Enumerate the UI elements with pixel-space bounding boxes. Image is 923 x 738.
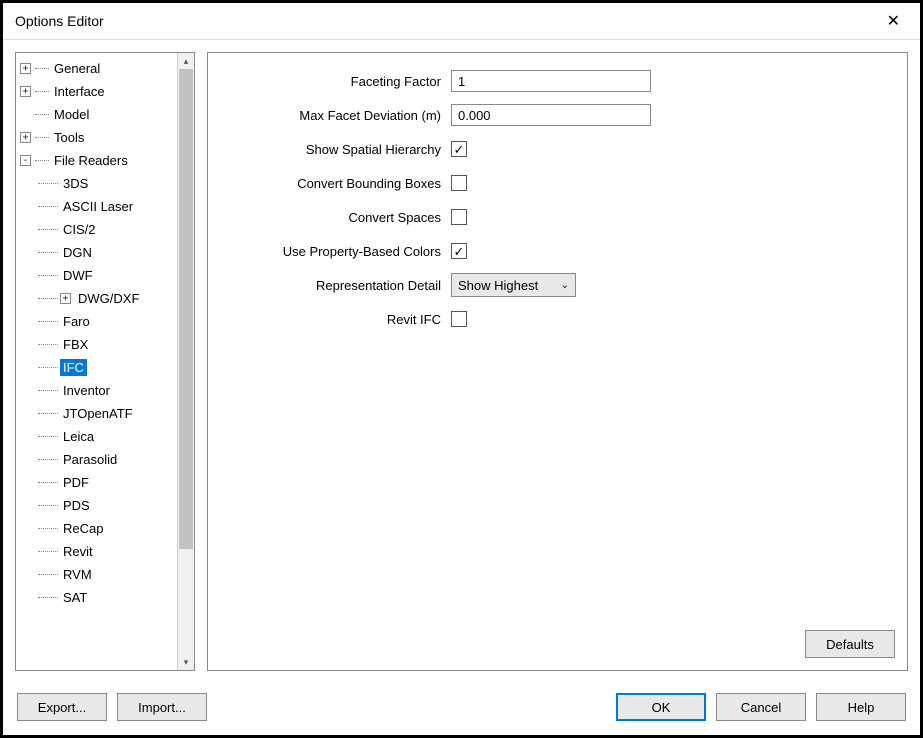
tree-item-label: Tools [51, 129, 87, 146]
show-spatial-hierarchy-label: Show Spatial Hierarchy [226, 142, 451, 157]
use-property-colors-label: Use Property-Based Colors [226, 244, 451, 259]
tree-item-label: ASCII Laser [60, 198, 136, 215]
tree-item-rvm[interactable]: RVM [18, 563, 175, 586]
tree-item-label: DGN [60, 244, 95, 261]
tree-item-label: Inventor [60, 382, 113, 399]
dialog-footer: Export... Import... OK Cancel Help [3, 683, 920, 735]
options-editor-window: Options Editor ✕ + General + Interface Mode… [3, 3, 920, 735]
revit-ifc-checkbox[interactable] [451, 311, 467, 327]
tree-item-label: DWF [60, 267, 96, 284]
tree-item-parasolid[interactable]: Parasolid [18, 448, 175, 471]
expand-icon[interactable]: + [20, 132, 31, 143]
cancel-button[interactable]: Cancel [716, 693, 806, 721]
tree-item-label: General [51, 60, 103, 77]
revit-ifc-label: Revit IFC [226, 312, 451, 327]
tree-item-leica[interactable]: Leica [18, 425, 175, 448]
scroll-up-icon[interactable]: ▴ [178, 53, 194, 69]
tree-item-label: Faro [60, 313, 93, 330]
tree-item-dwg-dxf[interactable]: + DWG/DXF [18, 287, 175, 310]
close-icon[interactable]: ✕ [879, 11, 908, 31]
tree-item-label: PDF [60, 474, 92, 491]
dialog-body: + General + Interface Model + Tools - File Read… [3, 40, 920, 683]
tree-item-label: Leica [60, 428, 97, 445]
defaults-button[interactable]: Defaults [805, 630, 895, 658]
tree-item-3ds[interactable]: 3DS [18, 172, 175, 195]
tree-item-sat[interactable]: SAT [18, 586, 175, 609]
show-spatial-hierarchy-checkbox[interactable] [451, 141, 467, 157]
export-button[interactable]: Export... [17, 693, 107, 721]
faceting-factor-label: Faceting Factor [226, 74, 451, 89]
tree-item-label: 3DS [60, 175, 91, 192]
expand-icon[interactable]: + [20, 63, 31, 74]
tree-item-fbx[interactable]: FBX [18, 333, 175, 356]
tree-item-inventor[interactable]: Inventor [18, 379, 175, 402]
tree-item-jtopenatf[interactable]: JTOpenATF [18, 402, 175, 425]
options-tree[interactable]: + General + Interface Model + Tools - File Read… [16, 53, 177, 670]
tree-item-label: JTOpenATF [60, 405, 136, 422]
import-button[interactable]: Import... [117, 693, 207, 721]
representation-detail-value: Show Highest [458, 278, 538, 293]
max-facet-deviation-input[interactable] [451, 104, 651, 126]
chevron-down-icon: ⌄ [561, 280, 569, 291]
tree-item-label: IFC [60, 359, 87, 376]
tree-item-recap[interactable]: ReCap [18, 517, 175, 540]
tree-item-file-readers[interactable]: - File Readers [18, 149, 175, 172]
tree-item-interface[interactable]: + Interface [18, 80, 175, 103]
tree-item-tools[interactable]: + Tools [18, 126, 175, 149]
titlebar: Options Editor ✕ [3, 3, 920, 40]
tree-item-label: File Readers [51, 152, 131, 169]
scroll-down-icon[interactable]: ▾ [178, 654, 194, 670]
tree-item-pds[interactable]: PDS [18, 494, 175, 517]
representation-detail-label: Representation Detail [226, 278, 451, 293]
tree-item-pdf[interactable]: PDF [18, 471, 175, 494]
max-facet-deviation-label: Max Facet Deviation (m) [226, 108, 451, 123]
tree-item-label: FBX [60, 336, 91, 353]
tree-item-ifc[interactable]: IFC [18, 356, 175, 379]
tree-item-label: SAT [60, 589, 90, 606]
faceting-factor-input[interactable] [451, 70, 651, 92]
tree-item-label: CIS/2 [60, 221, 99, 238]
tree-item-revit[interactable]: Revit [18, 540, 175, 563]
tree-item-label: ReCap [60, 520, 106, 537]
convert-spaces-checkbox[interactable] [451, 209, 467, 225]
collapse-icon[interactable]: - [20, 155, 31, 166]
tree-item-dwf[interactable]: DWF [18, 264, 175, 287]
tree-item-label: DWG/DXF [75, 290, 142, 307]
tree-item-label: PDS [60, 497, 93, 514]
tree-item-label: Revit [60, 543, 96, 560]
tree-item-label: Parasolid [60, 451, 120, 468]
tree-item-label: RVM [60, 566, 95, 583]
convert-bounding-boxes-label: Convert Bounding Boxes [226, 176, 451, 191]
tree-item-dgn[interactable]: DGN [18, 241, 175, 264]
tree-item-model[interactable]: Model [18, 103, 175, 126]
ok-button[interactable]: OK [616, 693, 706, 721]
representation-detail-select[interactable]: Show Highest ⌄ [451, 273, 576, 297]
tree-item-label: Model [51, 106, 92, 123]
convert-bounding-boxes-checkbox[interactable] [451, 175, 467, 191]
tree-item-general[interactable]: + General [18, 57, 175, 80]
expand-icon[interactable]: + [20, 86, 31, 97]
options-content-panel: Faceting Factor Max Facet Deviation (m) … [207, 52, 908, 671]
expand-icon[interactable]: + [60, 293, 71, 304]
scroll-thumb[interactable] [179, 69, 193, 549]
use-property-colors-checkbox[interactable] [451, 243, 467, 259]
tree-item-faro[interactable]: Faro [18, 310, 175, 333]
tree-scrollbar[interactable]: ▴ ▾ [177, 53, 194, 670]
tree-item-label: Interface [51, 83, 108, 100]
convert-spaces-label: Convert Spaces [226, 210, 451, 225]
tree-item-ascii-laser[interactable]: ASCII Laser [18, 195, 175, 218]
window-title: Options Editor [15, 13, 104, 29]
tree-item-cis-2[interactable]: CIS/2 [18, 218, 175, 241]
options-tree-panel: + General + Interface Model + Tools - File Read… [15, 52, 195, 671]
help-button[interactable]: Help [816, 693, 906, 721]
